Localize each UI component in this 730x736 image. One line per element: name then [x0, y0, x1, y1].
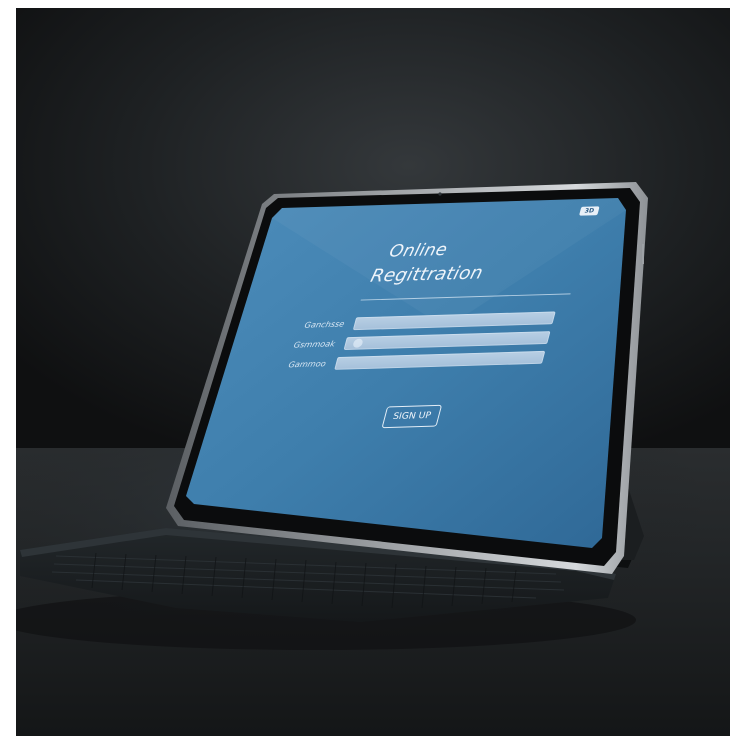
input-field-2[interactable] [343, 331, 551, 351]
sign-up-button[interactable]: SIGN UP [381, 404, 443, 429]
page-title-line-1: Online [387, 240, 450, 262]
input-field-1[interactable] [352, 311, 556, 331]
title-divider [360, 293, 571, 301]
field-label-1: Ganchsse [303, 319, 346, 330]
field-label-2: Gsmmoak [292, 339, 337, 350]
tablet-camera [438, 192, 442, 196]
battery-badge: 3D [578, 206, 600, 216]
field-label-3: Gammoo [287, 359, 327, 370]
page-title-line-2: Regittration [368, 262, 486, 287]
tablet-side-button [642, 244, 644, 264]
input-cursor [352, 338, 364, 348]
input-field-3[interactable] [334, 350, 546, 370]
photo: 3D Online Regittration Ganchsse Gsmmoak … [16, 8, 730, 736]
